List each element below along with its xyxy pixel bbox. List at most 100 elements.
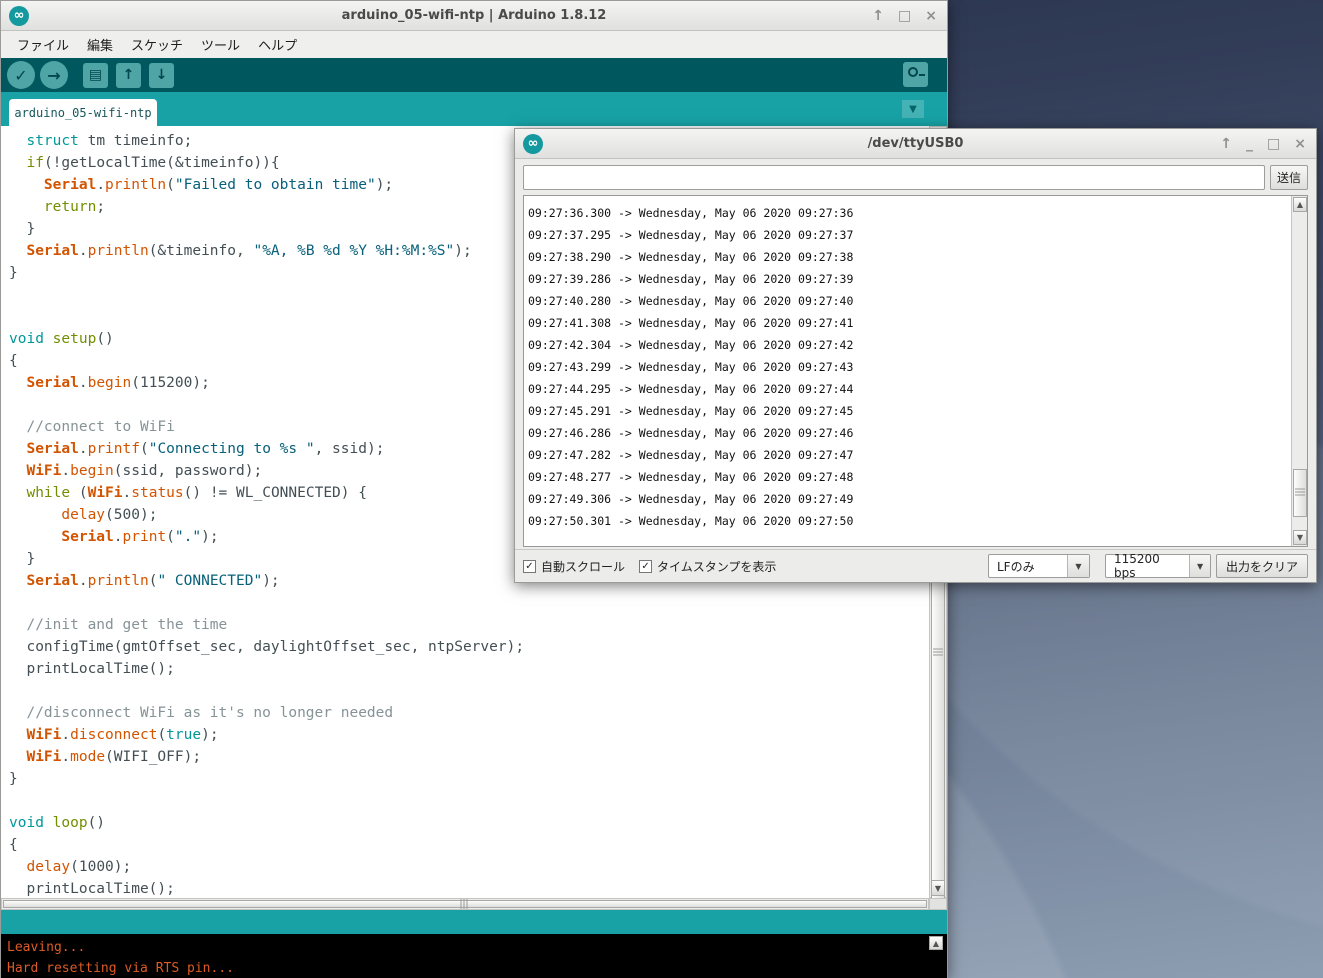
shade-button[interactable]: ↑ bbox=[1220, 137, 1232, 151]
code-line: printLocalTime(); bbox=[9, 658, 929, 680]
code-line: delay(1000); bbox=[9, 856, 929, 878]
baud-rate-value: 115200 bps bbox=[1106, 555, 1189, 577]
baud-rate-select[interactable]: 115200 bps ▼ bbox=[1105, 554, 1211, 578]
save-sketch-icon-glyph: ↓ bbox=[156, 67, 168, 83]
console-scroll-up-button[interactable]: ▲ bbox=[929, 936, 943, 950]
serial-titlebar[interactable]: ∞ /dev/ttyUSB0 ↑ _ □ × bbox=[515, 129, 1316, 159]
maximize-button[interactable]: □ bbox=[1267, 137, 1280, 151]
chevron-down-icon[interactable]: ▼ bbox=[1067, 555, 1089, 577]
toolbar: ✓ → ▤ ↑ ↓ bbox=[1, 58, 947, 92]
scroll-up-icon: ▲ bbox=[1297, 200, 1303, 209]
serial-window-title: /dev/ttyUSB0 bbox=[515, 136, 1316, 151]
serial-line: 09:27:47.282 -> Wednesday, May 06 2020 0… bbox=[528, 444, 1307, 466]
line-ending-value: LFのみ bbox=[989, 555, 1043, 577]
console-line: Leaving... bbox=[7, 937, 947, 958]
open-sketch-icon-glyph: ↑ bbox=[123, 67, 135, 83]
verify-icon[interactable]: ✓ bbox=[7, 61, 35, 89]
code-line: WiFi.disconnect(true); bbox=[9, 724, 929, 746]
timestamp-label: タイムスタンプを表示 bbox=[657, 558, 776, 575]
editor-hscrollbar[interactable] bbox=[1, 898, 929, 910]
scrollbar-corner bbox=[929, 898, 947, 910]
scroll-grip bbox=[461, 899, 470, 909]
serial-line: 09:27:49.306 -> Wednesday, May 06 2020 0… bbox=[528, 488, 1307, 510]
line-ending-select[interactable]: LFのみ ▼ bbox=[988, 554, 1090, 578]
code-line: //init and get the time bbox=[9, 614, 929, 636]
serial-monitor-icon-handle bbox=[919, 74, 925, 76]
save-sketch-icon[interactable]: ↓ bbox=[149, 63, 174, 88]
timestamp-checkbox-group[interactable]: ✓ タイムスタンプを表示 bbox=[639, 558, 776, 575]
serial-output[interactable]: 09:27:36.300 -> Wednesday, May 06 2020 0… bbox=[523, 195, 1308, 547]
autoscroll-checkbox[interactable]: ✓ bbox=[523, 560, 536, 573]
chevron-down-icon[interactable]: ▼ bbox=[1189, 555, 1210, 577]
menu-bar: ファイル編集スケッチツールヘルプ bbox=[1, 31, 947, 58]
chevron-down-icon: ▼ bbox=[909, 104, 917, 115]
serial-output-text: 09:27:36.300 -> Wednesday, May 06 2020 0… bbox=[524, 196, 1307, 532]
serial-window-buttons: ↑ _ □ × bbox=[1220, 129, 1306, 159]
serial-line: 09:27:42.304 -> Wednesday, May 06 2020 0… bbox=[528, 334, 1307, 356]
serial-scroll-down-button[interactable]: ▼ bbox=[1293, 530, 1307, 545]
serial-line: 09:27:37.295 -> Wednesday, May 06 2020 0… bbox=[528, 224, 1307, 246]
scroll-grip bbox=[933, 649, 943, 658]
serial-line: 09:27:43.299 -> Wednesday, May 06 2020 0… bbox=[528, 356, 1307, 378]
status-bar bbox=[1, 910, 947, 934]
menu-item-4[interactable]: ヘルプ bbox=[250, 31, 305, 58]
menu-item-3[interactable]: ツール bbox=[193, 31, 248, 58]
serial-monitor-window: ∞ /dev/ttyUSB0 ↑ _ □ × 送信 09:27:36.300 -> W… bbox=[514, 128, 1317, 583]
new-sketch-icon-glyph: ▤ bbox=[89, 67, 102, 83]
arduino-logo-icon: ∞ bbox=[523, 134, 543, 154]
serial-line: 09:27:40.280 -> Wednesday, May 06 2020 0… bbox=[528, 290, 1307, 312]
editor-scroll-down-button[interactable]: ▼ bbox=[931, 880, 945, 896]
serial-line: 09:27:36.300 -> Wednesday, May 06 2020 0… bbox=[528, 202, 1307, 224]
console-text: Leaving...Hard resetting via RTS pin... bbox=[1, 934, 947, 978]
menu-item-1[interactable]: 編集 bbox=[79, 31, 121, 58]
code-line: } bbox=[9, 768, 929, 790]
timestamp-checkbox[interactable]: ✓ bbox=[639, 560, 652, 573]
serial-scrollbar[interactable]: ▲ ▼ bbox=[1291, 196, 1307, 546]
console-line: Hard resetting via RTS pin... bbox=[7, 958, 947, 978]
serial-scroll-up-button[interactable]: ▲ bbox=[1293, 197, 1307, 212]
scroll-down-icon: ▼ bbox=[1297, 533, 1303, 542]
code-line: void loop() bbox=[9, 812, 929, 834]
code-line: { bbox=[9, 834, 929, 856]
scroll-grip bbox=[1295, 489, 1305, 498]
clear-output-button[interactable]: 出力をクリア bbox=[1216, 554, 1308, 578]
serial-send-input[interactable] bbox=[523, 165, 1265, 190]
serial-line: 09:27:38.290 -> Wednesday, May 06 2020 0… bbox=[528, 246, 1307, 268]
open-sketch-icon[interactable]: ↑ bbox=[116, 63, 141, 88]
serial-line: 09:27:45.291 -> Wednesday, May 06 2020 0… bbox=[528, 400, 1307, 422]
autoscroll-label: 自動スクロール bbox=[541, 558, 625, 575]
console-scrollbar[interactable]: ▲ bbox=[929, 936, 945, 977]
send-button[interactable]: 送信 bbox=[1270, 165, 1308, 190]
arduino-logo-icon: ∞ bbox=[9, 6, 29, 26]
verify-icon-glyph: ✓ bbox=[14, 66, 27, 85]
upload-icon[interactable]: → bbox=[40, 61, 68, 89]
code-line bbox=[9, 680, 929, 702]
maximize-button[interactable]: □ bbox=[898, 9, 911, 23]
tab-sketch[interactable]: arduino_05-wifi-ntp bbox=[9, 99, 157, 126]
close-button[interactable]: × bbox=[1294, 137, 1306, 151]
serial-monitor-button[interactable] bbox=[903, 62, 928, 87]
menu-item-2[interactable]: スケッチ bbox=[123, 31, 191, 58]
code-line: configTime(gmtOffset_sec, daylightOffset… bbox=[9, 636, 929, 658]
close-button[interactable]: × bbox=[925, 9, 937, 23]
send-row: 送信 bbox=[523, 165, 1308, 190]
main-titlebar[interactable]: ∞ arduino_05-wifi-ntp | Arduino 1.8.12 ↑… bbox=[1, 1, 947, 31]
build-console: Leaving...Hard resetting via RTS pin... … bbox=[1, 934, 947, 978]
autoscroll-checkbox-group[interactable]: ✓ 自動スクロール bbox=[523, 558, 625, 575]
serial-monitor-icon bbox=[908, 67, 918, 77]
new-sketch-icon[interactable]: ▤ bbox=[83, 63, 108, 88]
serial-scrollbar-thumb[interactable] bbox=[1293, 469, 1307, 517]
tab-menu-button[interactable]: ▼ bbox=[902, 100, 924, 118]
menu-item-0[interactable]: ファイル bbox=[9, 31, 77, 58]
minimize-button[interactable]: _ bbox=[1246, 137, 1253, 151]
main-window-title: arduino_05-wifi-ntp | Arduino 1.8.12 bbox=[1, 8, 947, 23]
serial-line: 09:27:41.308 -> Wednesday, May 06 2020 0… bbox=[528, 312, 1307, 334]
serial-line: 09:27:39.286 -> Wednesday, May 06 2020 0… bbox=[528, 268, 1307, 290]
toolbar-left: ✓ → ▤ ↑ ↓ bbox=[7, 61, 182, 89]
serial-line: 09:27:48.277 -> Wednesday, May 06 2020 0… bbox=[528, 466, 1307, 488]
shade-button[interactable]: ↑ bbox=[872, 9, 884, 23]
code-line: WiFi.mode(WIFI_OFF); bbox=[9, 746, 929, 768]
serial-bottom-bar: ✓ 自動スクロール ✓ タイムスタンプを表示 LFのみ ▼ 115200 bps… bbox=[515, 549, 1316, 582]
editor-hscrollbar-thumb[interactable] bbox=[3, 900, 927, 908]
serial-line: 09:27:50.301 -> Wednesday, May 06 2020 0… bbox=[528, 510, 1307, 532]
